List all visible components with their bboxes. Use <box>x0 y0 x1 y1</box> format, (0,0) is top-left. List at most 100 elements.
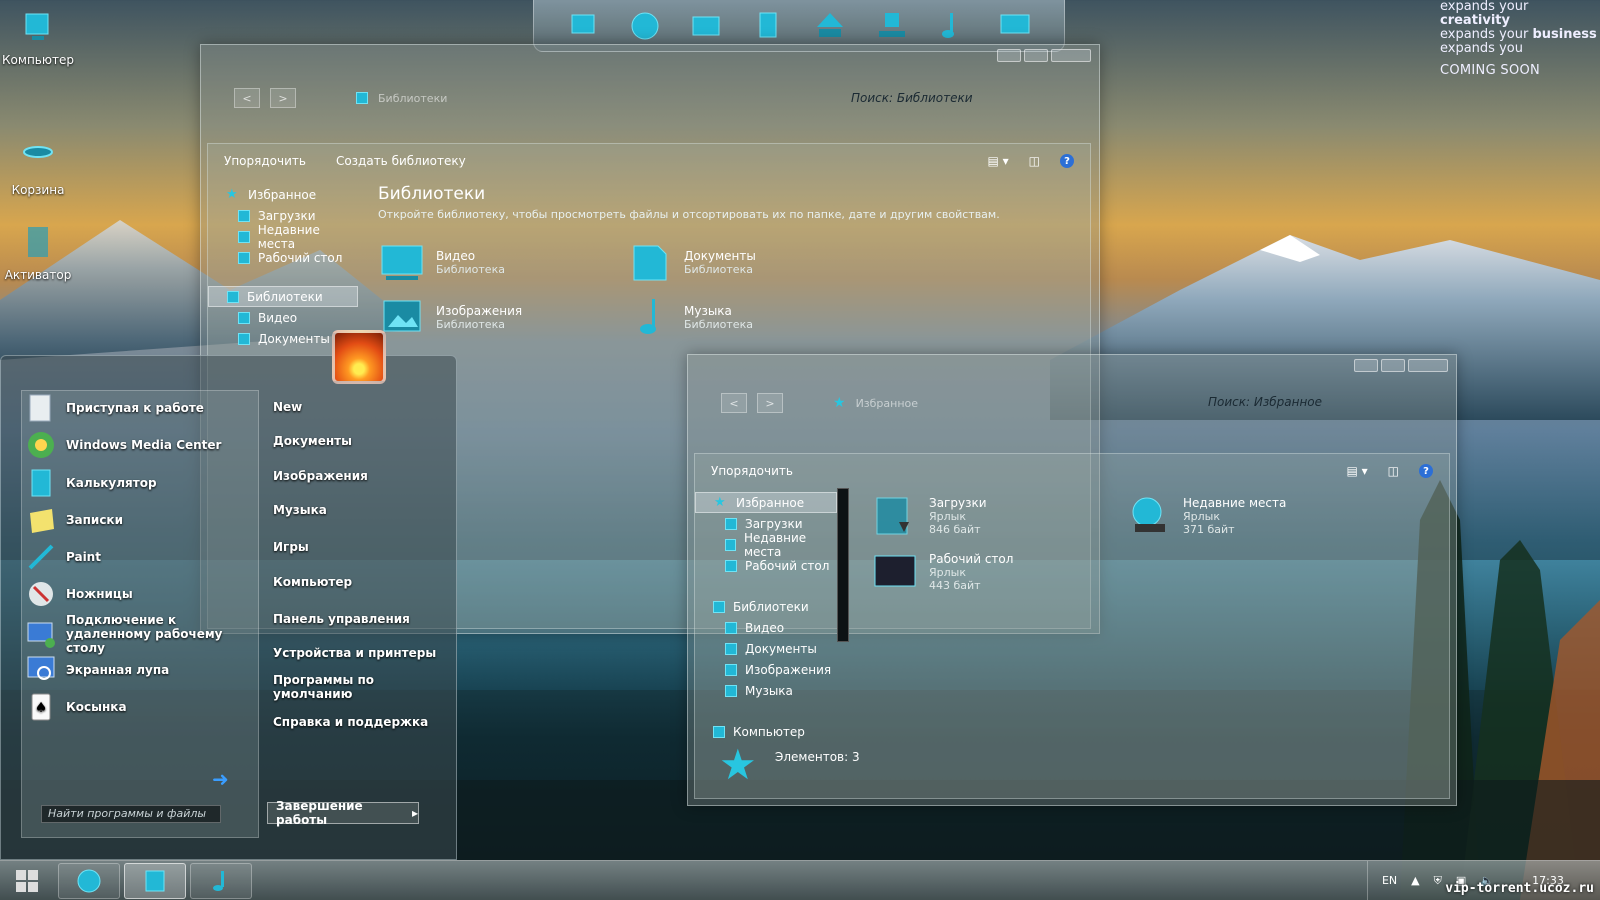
nav-label: Недавние места <box>744 530 807 559</box>
back-button[interactable]: < <box>234 88 260 108</box>
nav-item-desktop[interactable]: Рабочий стол <box>208 247 358 268</box>
taskbar-explorer[interactable] <box>124 862 186 899</box>
view-options-icon[interactable]: ▤ ▾ <box>987 154 1008 168</box>
organize-button[interactable]: Упорядочить <box>711 464 793 478</box>
taskbar-media-player[interactable] <box>190 862 252 899</box>
place-documents[interactable]: Документы <box>273 434 352 448</box>
create-library-button[interactable]: Создать библиотеку <box>336 154 466 168</box>
library-tile-music[interactable]: Музыка Библиотека <box>628 295 753 339</box>
desktop-icon-activator[interactable]: Активатор <box>0 225 76 282</box>
music-icon[interactable] <box>936 9 970 43</box>
window-icon[interactable] <box>689 9 723 43</box>
nav-item-computer[interactable]: Компьютер <box>695 721 837 742</box>
minimize-button[interactable] <box>997 49 1021 62</box>
program-label: Paint <box>66 550 101 564</box>
maximize-button[interactable] <box>1381 359 1405 372</box>
place-default-programs[interactable]: Программы по умолчанию <box>273 673 383 701</box>
back-button[interactable]: < <box>721 393 747 413</box>
forward-button[interactable]: > <box>270 88 296 108</box>
monitor-icon[interactable] <box>998 9 1032 43</box>
forward-button[interactable]: > <box>757 393 783 413</box>
preview-pane-icon[interactable]: ◫ <box>1388 464 1399 478</box>
shutdown-button[interactable]: Завершение работы ▸ <box>267 799 419 827</box>
nav-label: Библиотеки <box>247 289 323 304</box>
organize-button[interactable]: Упорядочить <box>224 154 306 168</box>
globe-icon[interactable] <box>628 9 662 43</box>
maximize-button[interactable] <box>1024 49 1048 62</box>
nav-item-desktop[interactable]: Рабочий стол <box>695 555 837 576</box>
place-help-support[interactable]: Справка и поддержка <box>273 715 428 729</box>
taskbar-internet-explorer[interactable] <box>58 862 120 899</box>
view-options-icon[interactable]: ▤ ▾ <box>1346 464 1367 478</box>
computer-icon[interactable] <box>566 9 600 43</box>
nav-scrollbar[interactable] <box>837 488 849 642</box>
program-sticky-notes[interactable]: Записки <box>26 505 123 535</box>
start-button[interactable] <box>0 861 54 900</box>
promo-line: expands you <box>1440 41 1523 56</box>
program-snipping-tool[interactable]: Ножницы <box>26 579 133 609</box>
desktop-icon-label: Корзина <box>11 183 65 197</box>
place-control-panel[interactable]: Панель управления <box>273 612 410 626</box>
status-bar-count: Элементов: 3 <box>775 750 860 764</box>
navigation-pane: ★ Избранное Загрузки Недавние места Рабоч… <box>208 184 358 349</box>
favorite-item-downloads[interactable]: Загрузки Ярлык 846 байт <box>873 494 987 538</box>
library-tile-video[interactable]: Видео Библиотека <box>380 240 505 284</box>
nav-label: Недавние места <box>257 222 320 251</box>
all-programs-arrow-icon[interactable]: ➜ <box>212 767 229 791</box>
recent-places-icon <box>238 230 250 243</box>
program-magnifier[interactable]: Экранная лупа <box>26 655 169 685</box>
desktop-icon-recycle-bin[interactable]: Корзина <box>0 140 76 197</box>
nav-item-favorites[interactable]: ★ Избранное <box>208 184 358 205</box>
preview-pane-icon[interactable]: ◫ <box>1029 154 1040 168</box>
place-games[interactable]: Игры <box>273 540 309 554</box>
minimize-button[interactable] <box>1354 359 1378 372</box>
upload-icon[interactable] <box>813 9 847 43</box>
favorite-item-desktop[interactable]: Рабочий стол Ярлык 443 байт <box>873 550 1013 594</box>
help-icon[interactable]: ? <box>1060 154 1074 168</box>
document-icon[interactable] <box>751 9 785 43</box>
place-music[interactable]: Музыка <box>273 503 327 517</box>
nav-item-libraries[interactable]: Библиотеки <box>208 286 358 307</box>
paint-icon <box>28 544 54 570</box>
place-images[interactable]: Изображения <box>273 469 368 483</box>
address-text[interactable]: Избранное <box>856 397 918 410</box>
security-shield-icon[interactable]: ⛨ <box>1434 874 1442 888</box>
search-input[interactable]: Поиск: Библиотеки <box>851 91 973 105</box>
nav-item-libraries[interactable]: Библиотеки <box>695 596 837 617</box>
nav-item-documents[interactable]: Документы <box>695 638 837 659</box>
nav-label: Документы <box>258 331 330 346</box>
nav-item-images[interactable]: Изображения <box>695 659 837 680</box>
place-devices-printers[interactable]: Устройства и принтеры <box>273 646 436 660</box>
search-input[interactable]: Поиск: Избранное <box>1208 395 1322 409</box>
nav-item-favorites[interactable]: ★ Избранное <box>695 492 837 513</box>
help-icon[interactable]: ? <box>1419 464 1433 478</box>
recent-places-shortcut-icon <box>1132 497 1165 532</box>
nav-item-music[interactable]: Музыка <box>695 680 837 701</box>
place-new[interactable]: New <box>273 400 302 414</box>
program-paint[interactable]: Paint <box>26 542 101 572</box>
download-icon[interactable] <box>875 9 909 43</box>
favorite-item-recent-places[interactable]: Недавние места Ярлык 371 байт <box>1127 494 1286 538</box>
start-search-input[interactable]: Найти программы и файлы <box>41 805 221 823</box>
nav-item-recent-places[interactable]: Недавние места <box>695 531 837 559</box>
desktop-icon-computer[interactable]: Компьютер <box>0 10 76 67</box>
close-button[interactable] <box>1408 359 1448 372</box>
nav-item-recent-places[interactable]: Недавние места <box>208 223 358 251</box>
program-remote-desktop[interactable]: Подключение к удаленному рабочему столу <box>26 613 246 655</box>
item-size: 443 байт <box>929 579 981 592</box>
library-tile-images[interactable]: Изображения Библиотека <box>380 295 522 339</box>
language-indicator[interactable]: EN <box>1382 874 1397 887</box>
close-button[interactable] <box>1051 49 1091 62</box>
show-hidden-icons-icon[interactable]: ▲ <box>1411 874 1419 887</box>
nav-item-video[interactable]: Видео <box>208 307 358 328</box>
program-calculator[interactable]: Калькулятор <box>26 468 157 498</box>
shutdown-options-arrow-icon[interactable]: ▸ <box>412 806 418 820</box>
program-getting-started[interactable]: Приступая к работе <box>26 393 204 423</box>
program-solitaire[interactable]: ♠ Косынка <box>26 692 127 722</box>
nav-item-video[interactable]: Видео <box>695 617 837 638</box>
place-computer[interactable]: Компьютер <box>273 575 352 589</box>
address-text[interactable]: Библиотеки <box>378 92 447 105</box>
program-media-center[interactable]: Windows Media Center <box>26 430 221 460</box>
user-avatar[interactable] <box>332 330 386 384</box>
library-tile-documents[interactable]: Документы Библиотека <box>628 240 756 284</box>
